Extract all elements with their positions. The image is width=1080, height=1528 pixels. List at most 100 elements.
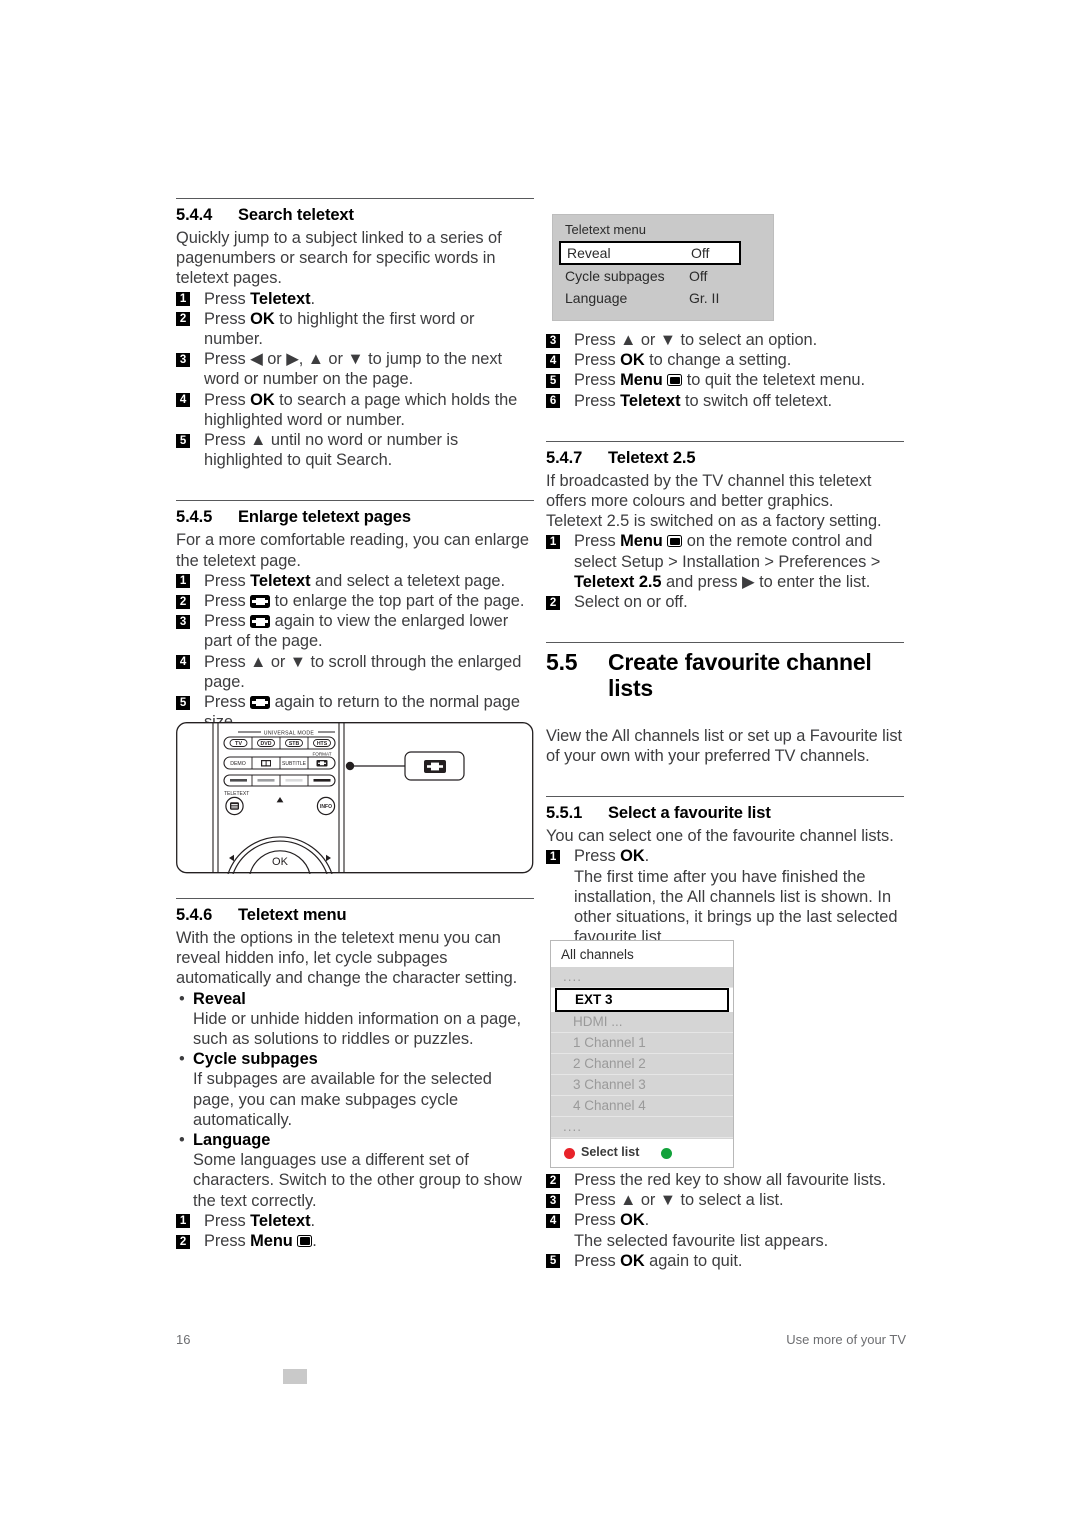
channel-row-dots-top[interactable]: .... xyxy=(551,967,733,988)
step-text-pre: Press xyxy=(204,1232,251,1251)
section-divider xyxy=(176,198,534,199)
bullet-dot: • xyxy=(179,1050,185,1069)
step-text-pre: Press xyxy=(204,1211,251,1230)
step-text-pre: Press xyxy=(574,1251,621,1270)
key-label: Teletext xyxy=(620,391,681,410)
section-divider xyxy=(546,642,904,644)
osd-title: Teletext menu xyxy=(565,222,646,237)
osd-row-value: Gr. II xyxy=(689,290,720,306)
steps-search-teletext: 1 Press Teletext. 2 Press OK to highligh… xyxy=(176,289,534,471)
key-label: OK xyxy=(620,351,645,370)
step-text-pre: Press xyxy=(204,390,251,409)
bullet-description: Hide or unhide hidden information on a p… xyxy=(193,1009,522,1049)
step-item: 2 Press OK to highlight the first word o… xyxy=(176,309,534,349)
step-number: 5 xyxy=(546,373,560,388)
osd-teletext-menu: Teletext menu Reveal Off Cycle subpages … xyxy=(552,214,774,321)
steps-select-favourite: 1 Press OK. The first time after you hav… xyxy=(546,846,904,947)
osd-header: All channels xyxy=(551,941,733,967)
osd-row-label: Cycle subpages xyxy=(565,268,665,284)
bullet-item: • Cycle subpages xyxy=(176,1049,534,1069)
key-label: Teletext xyxy=(250,289,311,308)
teletext-menu-options: • Reveal Hide or unhide hidden informatio… xyxy=(176,989,534,1211)
section-intro-1: If broadcasted by the TV channel this te… xyxy=(546,471,872,511)
channel-row-4[interactable]: 4 Channel 4 xyxy=(551,1096,733,1117)
section-heading-create-favourite: 5.5 Create favourite channel lists xyxy=(546,649,904,702)
section-intro: You can select one of the favourite chan… xyxy=(546,827,894,846)
bullet-label: Language xyxy=(193,1131,271,1150)
left-column-lower: 5.4.6 Teletext menu With the options in t… xyxy=(176,898,534,1251)
bullet-dot: • xyxy=(179,989,185,1008)
section-divider xyxy=(176,898,534,899)
step-number: 1 xyxy=(546,534,560,549)
osd-row-reveal[interactable]: Reveal Off xyxy=(559,241,741,265)
step-text-pre: Press xyxy=(204,693,251,712)
step-number: 2 xyxy=(176,594,190,609)
step-number: 4 xyxy=(176,393,190,408)
step-text: Select on or off. xyxy=(574,593,688,612)
section-title-line1: Create favourite channel xyxy=(608,649,872,676)
section-divider xyxy=(546,796,904,798)
green-key-dot-icon[interactable] xyxy=(661,1148,672,1159)
step-text-post: and press ▶ to enter the list. xyxy=(661,572,871,591)
key-label: Menu xyxy=(620,371,663,390)
svg-text:STB: STB xyxy=(289,741,300,747)
step-subtext: The selected favourite list appears. xyxy=(574,1231,829,1250)
channel-row-dots-bottom[interactable]: .... xyxy=(551,1117,733,1138)
red-key-dot-icon[interactable] xyxy=(564,1148,575,1159)
section-title: Select a favourite list xyxy=(608,804,771,823)
step-item: 4 Press OK to search a page which holds … xyxy=(176,390,534,430)
channel-row-ext3[interactable]: EXT 3 xyxy=(555,988,729,1012)
section-title: Create favourite channel lists xyxy=(608,649,893,702)
channel-row-3[interactable]: 3 Channel 3 xyxy=(551,1075,733,1096)
svg-text:TV: TV xyxy=(235,741,242,747)
step-item: 5 Press Menu to quit the teletext menu. xyxy=(546,370,904,390)
section-title-line2: lists xyxy=(608,674,654,701)
key-label: Teletext xyxy=(250,1211,311,1230)
svg-text:UNIVERSAL MODE: UNIVERSAL MODE xyxy=(264,731,315,737)
svg-text:HTS: HTS xyxy=(317,741,328,747)
section-title: Enlarge teletext pages xyxy=(238,508,411,527)
section-heading-enlarge-teletext: 5.4.5 Enlarge teletext pages xyxy=(176,508,534,527)
section-title: Search teletext xyxy=(238,206,354,224)
channel-row-hdmi[interactable]: HDMI ... xyxy=(551,1012,733,1033)
step-text: Press the red key to show all favourite … xyxy=(574,1171,886,1189)
section-intro: View the All channels list or set up a F… xyxy=(546,726,902,765)
step-number: 3 xyxy=(176,352,190,367)
osd-row-label: Reveal xyxy=(567,245,611,261)
step-number: 3 xyxy=(546,1193,560,1208)
bullet-description: If subpages are available for the select… xyxy=(193,1070,492,1129)
channel-row-1[interactable]: 1 Channel 1 xyxy=(551,1033,733,1054)
step-item: 4 Press ▲ or ▼ to scroll through the enl… xyxy=(176,652,534,692)
step-item: 3 Press ▲ or ▼ to select a list. xyxy=(546,1190,904,1210)
step-text-pre: Press xyxy=(204,612,251,631)
key-label: Menu xyxy=(620,532,663,551)
step-text-post: to quit the teletext menu. xyxy=(682,371,865,390)
bullet-label: Reveal xyxy=(193,989,246,1008)
key-label: OK xyxy=(620,1251,645,1270)
steps-teletext-menu-left: 1 Press Teletext. 2 Press Menu . xyxy=(176,1211,534,1251)
svg-text:SUBTITLE: SUBTITLE xyxy=(282,761,307,767)
step-number: 3 xyxy=(176,614,190,629)
page-number: 16 xyxy=(176,1332,191,1347)
osd-row-cycle-subpages[interactable]: Cycle subpages Off xyxy=(553,265,773,287)
svg-text:DVD: DVD xyxy=(261,741,272,747)
step-number: 3 xyxy=(546,333,560,348)
bullet-item: • Language xyxy=(176,1130,534,1150)
left-column: 5.4.4 Search teletext Quickly jump to a s… xyxy=(176,198,534,732)
step-number: 2 xyxy=(546,1173,560,1188)
steps-select-favourite-after: 2 Press the red key to show all favourit… xyxy=(546,1170,904,1271)
step-item: 1 Press OK. xyxy=(546,846,904,866)
channel-row-2[interactable]: 2 Channel 2 xyxy=(551,1054,733,1075)
key-label-2: Teletext 2.5 xyxy=(574,572,662,591)
step-item: 1 Press Menu on the remote control and s… xyxy=(546,531,904,592)
section-title: Teletext 2.5 xyxy=(608,448,696,467)
step-number: 1 xyxy=(176,1214,190,1229)
key-label: OK xyxy=(620,1211,645,1230)
osd-row-language[interactable]: Language Gr. II xyxy=(553,287,773,309)
step-text-post: and select a teletext page. xyxy=(310,571,505,590)
bullet-item: • Reveal xyxy=(176,989,534,1009)
step-item: 2 Press Menu . xyxy=(176,1231,534,1251)
step-text-post: . xyxy=(310,1211,315,1230)
format-icon xyxy=(250,615,271,629)
step-number: 2 xyxy=(546,595,560,610)
